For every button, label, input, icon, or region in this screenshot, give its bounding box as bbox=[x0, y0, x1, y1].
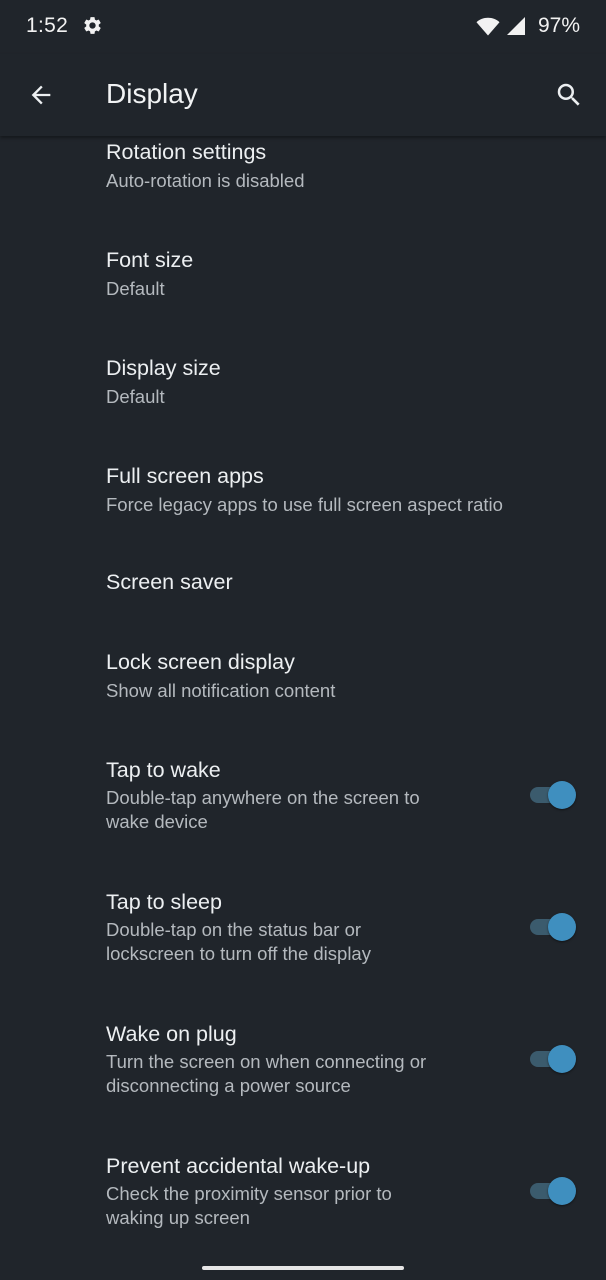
status-bar: 1:52 97% bbox=[0, 0, 606, 54]
setting-full-screen-apps[interactable]: Full screen apps Force legacy apps to us… bbox=[0, 458, 606, 566]
setting-title: Full screen apps bbox=[106, 464, 264, 488]
toggle-thumb bbox=[548, 1045, 576, 1073]
toggle-thumb bbox=[548, 781, 576, 809]
setting-subtitle-line: Check the proximity sensor prior to bbox=[106, 1183, 392, 1204]
setting-title: Tap to sleep bbox=[106, 890, 222, 914]
setting-subtitle-line: Double-tap on the status bar or bbox=[106, 919, 362, 940]
setting-display-size[interactable]: Display size Default bbox=[0, 350, 606, 458]
tap-to-wake-toggle[interactable] bbox=[530, 778, 578, 810]
toggle-thumb bbox=[548, 1177, 576, 1205]
gesture-nav-handle[interactable] bbox=[202, 1266, 404, 1270]
setting-title: Tap to wake bbox=[106, 758, 221, 782]
setting-subtitle: Default bbox=[106, 278, 165, 299]
tap-to-sleep-toggle[interactable] bbox=[530, 910, 578, 942]
setting-subtitle: Default bbox=[106, 386, 165, 407]
setting-title: Font size bbox=[106, 248, 194, 272]
setting-subtitle-line: Double-tap anywhere on the screen to bbox=[106, 787, 420, 808]
search-button[interactable] bbox=[550, 76, 588, 114]
setting-tap-to-wake[interactable]: Tap to wake Double-tap anywhere on the s… bbox=[0, 754, 606, 886]
setting-subtitle-line: disconnecting a power source bbox=[106, 1075, 351, 1096]
setting-title: Screen saver bbox=[106, 570, 233, 594]
status-icons: 97% bbox=[476, 13, 580, 39]
cell-signal-icon bbox=[506, 17, 525, 35]
setting-subtitle-line: wake device bbox=[106, 811, 208, 832]
back-arrow-icon bbox=[31, 85, 51, 105]
search-icon bbox=[557, 83, 580, 106]
setting-title: Wake on plug bbox=[106, 1022, 237, 1046]
setting-title: Rotation settings bbox=[106, 140, 267, 164]
setting-title: Lock screen display bbox=[106, 650, 295, 674]
setting-subtitle: Show all notification content bbox=[106, 680, 336, 701]
page-title: Display bbox=[106, 78, 198, 109]
setting-lock-screen-display[interactable]: Lock screen display Show all notificatio… bbox=[0, 646, 606, 754]
setting-wake-on-plug[interactable]: Wake on plug Turn the screen on when con… bbox=[0, 1018, 606, 1150]
prevent-accidental-wake-up-toggle[interactable] bbox=[530, 1174, 578, 1206]
wifi-icon bbox=[476, 17, 500, 36]
setting-rotation-settings[interactable]: Rotation settings Auto-rotation is disab… bbox=[0, 136, 606, 242]
setting-title: Prevent accidental wake-up bbox=[106, 1154, 371, 1178]
setting-tap-to-sleep[interactable]: Tap to sleep Double-tap on the status ba… bbox=[0, 886, 606, 1018]
status-time: 1:52 bbox=[26, 14, 69, 37]
app-bar: Display bbox=[0, 54, 606, 136]
wake-on-plug-toggle[interactable] bbox=[530, 1042, 578, 1074]
setting-subtitle-line: lockscreen to turn off the display bbox=[106, 943, 371, 964]
battery-percentage: 97% bbox=[537, 14, 580, 37]
gear-icon bbox=[84, 17, 101, 34]
setting-subtitle-line: waking up screen bbox=[106, 1207, 250, 1228]
toggle-thumb bbox=[548, 913, 576, 941]
setting-subtitle: Force legacy apps to use full screen asp… bbox=[106, 494, 503, 515]
setting-prevent-accidental-wake-up[interactable]: Prevent accidental wake-up Check the pro… bbox=[0, 1150, 606, 1260]
setting-font-size[interactable]: Font size Default bbox=[0, 242, 606, 350]
back-button[interactable] bbox=[22, 76, 60, 114]
setting-screen-saver[interactable]: Screen saver bbox=[0, 566, 606, 646]
setting-subtitle-line: Turn the screen on when connecting or bbox=[106, 1051, 427, 1072]
setting-subtitle: Auto-rotation is disabled bbox=[106, 170, 305, 191]
setting-title: Display size bbox=[106, 356, 221, 380]
